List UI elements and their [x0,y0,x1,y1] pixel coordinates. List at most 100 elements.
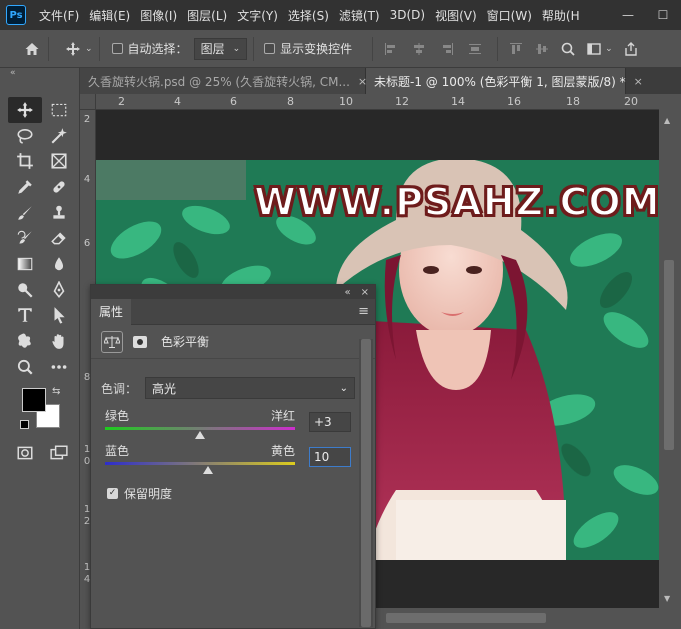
separator [372,36,374,61]
slider-thumb[interactable] [202,466,213,474]
tab-document-2[interactable]: 未标题-1 @ 100% (色彩平衡 1, 图层蒙版/8) * × [366,68,643,94]
dodge-tool[interactable] [8,277,42,303]
tab-document-1[interactable]: 久香旋转火锅.psd @ 25% (久香旋转火锅, CM... × [80,68,367,94]
search-icon[interactable] [560,41,576,57]
panel-menu-icon[interactable]: ≡ [358,304,369,319]
eraser-tool[interactable] [42,225,76,251]
hand-tool[interactable] [42,328,76,354]
preserve-luminosity-checkbox[interactable]: ✓ [107,488,118,499]
share-icon[interactable] [623,41,639,57]
collapse-toolbar-button[interactable]: « [0,68,79,80]
screen-mode-button[interactable] [42,440,76,466]
type-tool[interactable] [8,303,42,329]
collapse-panel-button[interactable]: « [344,287,350,298]
menu-layer[interactable]: 图层(L) [182,7,232,24]
align-middle-icon[interactable] [534,41,550,57]
ruler-tick: 8 [287,95,294,108]
horizontal-scroll-thumb[interactable] [386,613,546,623]
more-tools[interactable] [42,354,76,380]
maximize-button[interactable]: ☐ [645,0,681,30]
distribute-icon[interactable] [467,41,483,57]
chevron-down-icon: ⌄ [339,382,349,394]
swap-colors-icon[interactable]: ⇆ [52,386,60,397]
history-brush-tool[interactable] [8,225,42,251]
shape-tool[interactable] [8,328,42,354]
marquee-tool[interactable] [42,97,76,123]
lasso-tool[interactable] [8,123,42,149]
move-tool[interactable] [8,97,42,123]
layer-mask-icon[interactable] [129,331,151,353]
layer-select-dropdown[interactable]: 图层 ⌄ [193,37,248,60]
tab-label: 久香旋转火锅.psd @ 25% (久香旋转火锅, CM... [88,74,350,89]
scroll-down-arrow-icon[interactable]: ▼ [664,594,670,603]
menu-filter[interactable]: 滤镜(T) [334,7,385,24]
tools-panel: « ⇆ [0,68,80,629]
vertical-scrollbar[interactable]: ▲ ▼ [659,110,681,608]
menu-view[interactable]: 视图(V) [430,7,482,24]
menu-type[interactable]: 文字(Y) [232,7,283,24]
scroll-up-arrow-icon[interactable]: ▲ [664,116,670,125]
foreground-color-swatch[interactable] [22,388,46,412]
panel-scroll-thumb[interactable] [361,339,371,627]
tab-properties[interactable]: 属性 [91,298,132,325]
pen-tool[interactable] [42,277,76,303]
eyedropper-tool[interactable] [8,174,42,200]
frame-icon [51,153,67,169]
minimize-button[interactable]: — [610,0,646,30]
home-icon[interactable] [22,41,42,57]
auto-select-checkbox[interactable] [111,43,123,54]
crop-tool[interactable] [8,148,42,174]
menu-image[interactable]: 图像(I) [135,7,182,24]
workspace-icon[interactable] [586,41,602,57]
ruler-tick: 12 [395,95,409,108]
path-selection-tool[interactable] [42,303,76,329]
show-transform-checkbox[interactable] [264,43,276,54]
chevron-down-icon[interactable]: ⌄ [605,44,613,54]
magic-wand-tool[interactable] [42,123,76,149]
slider-track[interactable] [105,462,295,474]
preserve-luminosity-option[interactable]: ✓ 保留明度 [107,485,172,502]
close-icon[interactable]: × [634,75,643,88]
slider-thumb[interactable] [195,431,205,439]
tone-row: 色调： 高光 ⌄ [101,377,356,399]
clone-stamp-tool[interactable] [42,200,76,226]
menu-select[interactable]: 选择(S) [283,7,334,24]
slider-track[interactable] [105,427,295,439]
menu-bar: Ps 文件(F) 编辑(E) 图像(I) 图层(L) 文字(Y) 选择(S) 滤… [0,0,681,30]
align-left-icon[interactable] [383,41,399,57]
magic-wand-icon [51,127,67,143]
crop-icon [17,153,33,170]
tone-dropdown[interactable]: 高光 ⌄ [145,377,356,399]
menu-3d[interactable]: 3D(D) [385,8,430,22]
brush-tool[interactable] [8,200,42,226]
menu-file[interactable]: 文件(F) [34,7,84,24]
menu-window[interactable]: 窗口(W) [482,7,537,24]
ruler-tick: 6 [230,95,237,108]
horizontal-ruler: 2 4 6 8 10 12 14 16 18 20 [96,94,659,110]
color-balance-icon[interactable] [101,330,123,353]
align-right-icon[interactable] [439,41,455,57]
quick-mask-button[interactable] [8,440,42,466]
watermark-text: WWW.PSAHZ.COM [253,179,659,225]
default-colors-icon[interactable] [20,420,29,429]
align-top-icon[interactable] [508,41,524,57]
healing-brush-tool[interactable] [42,174,76,200]
zoom-tool[interactable] [8,354,42,380]
menu-edit[interactable]: 编辑(E) [84,7,135,24]
align-center-icon[interactable] [411,41,427,57]
close-panel-button[interactable]: × [361,287,369,298]
gradient-tool[interactable] [8,251,42,277]
properties-panel: « × 属性 ≡ 色彩平衡 色调： 高光 ⌄ 绿色 洋红 +3 蓝色 黄色 10… [90,284,376,629]
bandage-icon [53,181,65,193]
menu-help[interactable]: 帮助(H [537,7,585,24]
tab-label: 未标题-1 @ 100% (色彩平衡 1, 图层蒙版/8) * [374,74,626,89]
vertical-scroll-thumb[interactable] [664,260,674,450]
move-tool-icon[interactable] [65,41,81,57]
green-magenta-value-input[interactable]: +3 [309,412,351,432]
blur-tool[interactable] [42,251,76,277]
blue-yellow-value-input[interactable]: 10 [309,447,351,467]
chevron-down-icon[interactable]: ⌄ [85,44,93,54]
gradient-icon [17,257,33,271]
panel-scrollbar[interactable] [359,339,373,627]
frame-tool[interactable] [42,148,76,174]
